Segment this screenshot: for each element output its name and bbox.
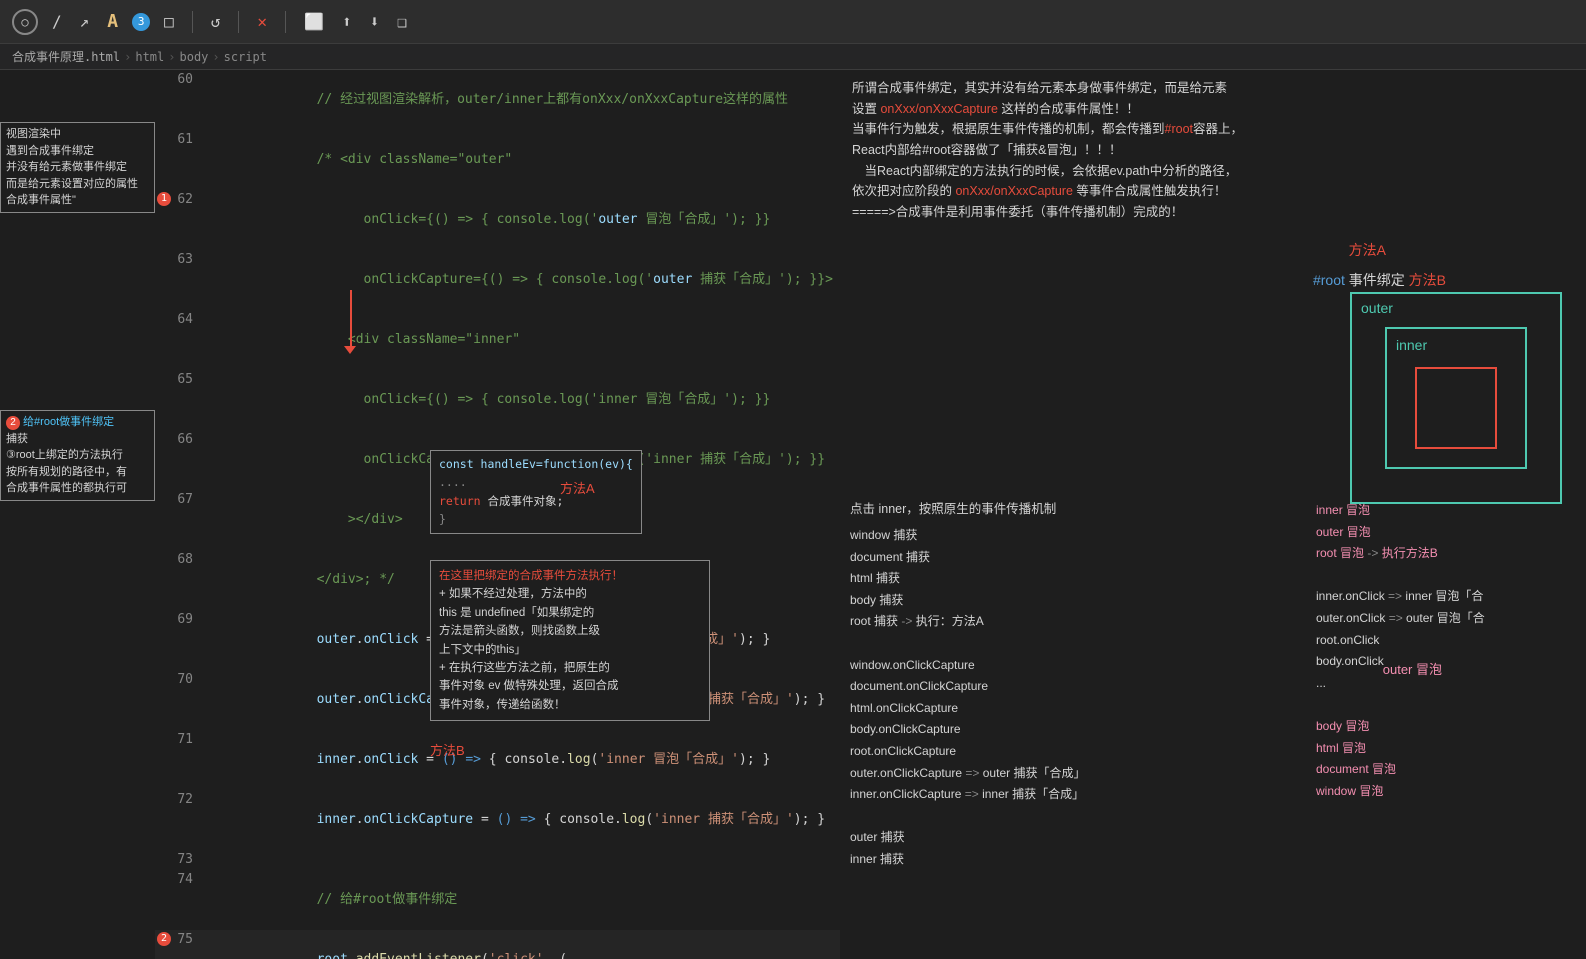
breadcrumb-sep1: › <box>124 50 131 64</box>
separator3 <box>285 11 286 33</box>
code-line-63: 63 onClickCapture={() => { console.log('… <box>155 250 840 310</box>
code-line-60: 60 // 经过视图渲染解析，outer/inner上都有onXxx/onXxx… <box>155 70 840 130</box>
breadcrumb-item2[interactable]: html <box>135 50 164 64</box>
handleev-callout: const handleEv=function(ev){ .... return… <box>430 450 642 534</box>
left-annotation-2: 2 给#root做事件绑定 捕获 ③root上绑定的方法执行 按所有规划的路径中… <box>0 410 155 501</box>
circle-tool-icon[interactable]: ○ <box>12 9 38 35</box>
method-a-code-label: 方法A <box>560 478 595 497</box>
event-list-left: window 捕获 document 捕获 html 捕获 body 捕获 ro… <box>850 525 1085 871</box>
monitor-icon[interactable]: ⬜ <box>300 10 328 33</box>
badge-count[interactable]: 3 <box>132 13 150 31</box>
dom-diagram: outer inner <box>1346 288 1566 508</box>
code-line-75: 2 75 root.addEventListener('click', ( ev… <box>155 930 840 959</box>
method-desc-callout: 在这里把绑定的合成事件方法执行！ + 如果不经过处理，方法中的 this 是 u… <box>430 560 710 721</box>
right-panel: 所谓合成事件绑定，其实并没有给元素本身做事件绑定，而是给元素 设置 onXxx/… <box>840 70 1586 959</box>
toolbar: ○ / ↗ A 3 □ ↺ ✕ ⬜ ⬆ ⬇ ❑ <box>0 0 1586 44</box>
code-line-74: 74 // 给#root做事件绑定 <box>155 870 840 930</box>
breadcrumb: 合成事件原理.html › html › body › script <box>0 44 1586 70</box>
breadcrumb-item3[interactable]: body <box>180 50 209 64</box>
dom-diagram-svg: outer inner <box>1346 288 1566 508</box>
breadcrumb-sep3: › <box>212 50 219 64</box>
left-annotation-1: 视图渲染中 遇到合成事件绑定 并没有给元素做事件绑定 而是给元素设置对应的属性 … <box>0 122 155 213</box>
arrow-1 <box>350 290 352 350</box>
event-list-right: inner 冒泡 outer 冒泡 root 冒泡 -> 执行方法B inner… <box>1316 500 1576 802</box>
breadcrumb-item4[interactable]: script <box>224 50 267 64</box>
breadcrumb-item1[interactable]: 合成事件原理.html <box>12 48 120 65</box>
svg-text:outer: outer <box>1361 300 1393 316</box>
svg-text:inner: inner <box>1396 337 1427 353</box>
marker-2: 2 <box>157 932 171 946</box>
copy-icon[interactable]: ❑ <box>393 10 411 33</box>
close-icon[interactable]: ✕ <box>253 10 271 33</box>
click-inner-title: 点击 inner，按照原生的事件传播机制 <box>850 500 1056 519</box>
undo-icon[interactable]: ↺ <box>207 10 225 33</box>
upload-icon[interactable]: ⬆ <box>338 10 356 33</box>
separator <box>192 11 193 33</box>
code-line-72: 72 inner.onClickCapture = () => { consol… <box>155 790 840 850</box>
code-line-64: 64 <div className="inner" <box>155 310 840 370</box>
download-icon[interactable]: ⬇ <box>366 10 384 33</box>
code-line-61: 61 /* <div className="outer" <box>155 130 840 190</box>
rect-tool-icon[interactable]: □ <box>160 10 178 33</box>
pen-tool-icon[interactable]: / <box>48 10 66 33</box>
code-line-62: 1 62 onClick={() => { console.log('outer… <box>155 190 840 250</box>
intro-paragraph: 所谓合成事件绑定，其实并没有给元素本身做事件绑定，而是给元素 设置 onXxx/… <box>852 78 1574 222</box>
arrow-head-1 <box>344 346 356 354</box>
breadcrumb-sep2: › <box>168 50 175 64</box>
line-num-62: 1 62 <box>155 190 203 250</box>
method-a-top-label: 方法A <box>1349 240 1386 261</box>
code-editor[interactable]: 视图渲染中 遇到合成事件绑定 并没有给元素做事件绑定 而是给元素设置对应的属性 … <box>0 70 840 959</box>
marker-1: 1 <box>157 192 171 206</box>
line-num-75: 2 75 <box>155 930 203 959</box>
code-line-71: 71 inner.onClick = () => { console.log('… <box>155 730 840 790</box>
arrow-tool-icon[interactable]: ↗ <box>76 10 94 33</box>
outer-bi-text: outer 冒泡 <box>1383 660 1442 680</box>
text-tool-icon[interactable]: A <box>103 9 122 34</box>
code-line-73: 73 <box>155 850 840 870</box>
main-area: 视图渲染中 遇到合成事件绑定 并没有给元素做事件绑定 而是给元素设置对应的属性 … <box>0 70 1586 959</box>
code-line-65: 65 onClick={() => { console.log('inner 冒… <box>155 370 840 430</box>
method-b-code-label: 方法B <box>430 740 465 759</box>
separator2 <box>238 11 239 33</box>
